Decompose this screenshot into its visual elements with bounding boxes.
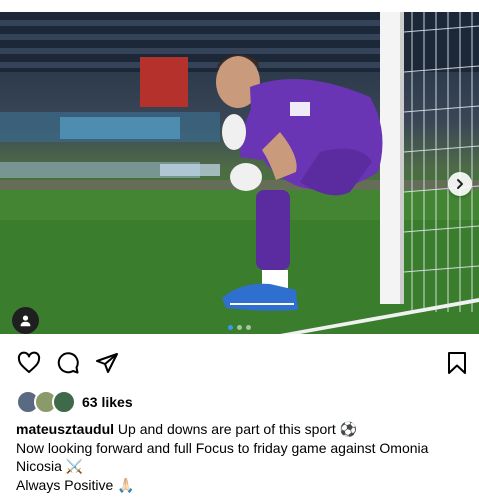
carousel-dot[interactable] — [228, 325, 233, 330]
caption-line-3: Nicosia ⚔️ — [16, 458, 84, 474]
post-caption: mateusztaudul Up and downs are part of t… — [16, 420, 466, 494]
chevron-right-icon — [457, 179, 463, 189]
heart-icon — [17, 351, 41, 373]
caption-line-2: Now looking forward and full Focus to fr… — [16, 439, 429, 456]
user-icon — [20, 315, 31, 327]
like-button[interactable] — [16, 350, 42, 376]
likes-summary[interactable]: 63 likes — [16, 390, 133, 414]
share-button[interactable] — [94, 350, 120, 376]
carousel-dot[interactable] — [246, 325, 251, 330]
likes-count[interactable]: 63 likes — [82, 394, 133, 410]
carousel-indicator — [228, 325, 251, 330]
tagged-accounts-button[interactable] — [12, 307, 39, 334]
share-icon — [96, 353, 118, 373]
avatar[interactable] — [52, 390, 76, 414]
bookmark-icon — [448, 352, 466, 374]
save-button[interactable] — [444, 350, 470, 376]
caption-line-1: Up and downs are part of this sport ⚽ — [117, 421, 358, 437]
post-media[interactable] — [0, 12, 479, 334]
caption-line-4: Always Positive 🙏🏻 — [16, 476, 135, 493]
liker-avatars — [16, 390, 76, 414]
post-actions-bar — [16, 350, 468, 378]
carousel-dot[interactable] — [237, 325, 242, 330]
caption-username[interactable]: mateusztaudul — [16, 421, 114, 437]
carousel-next-button[interactable] — [448, 172, 472, 196]
comment-button[interactable] — [55, 350, 81, 376]
comment-icon — [57, 352, 79, 374]
goalkeeper-photo — [0, 12, 479, 334]
